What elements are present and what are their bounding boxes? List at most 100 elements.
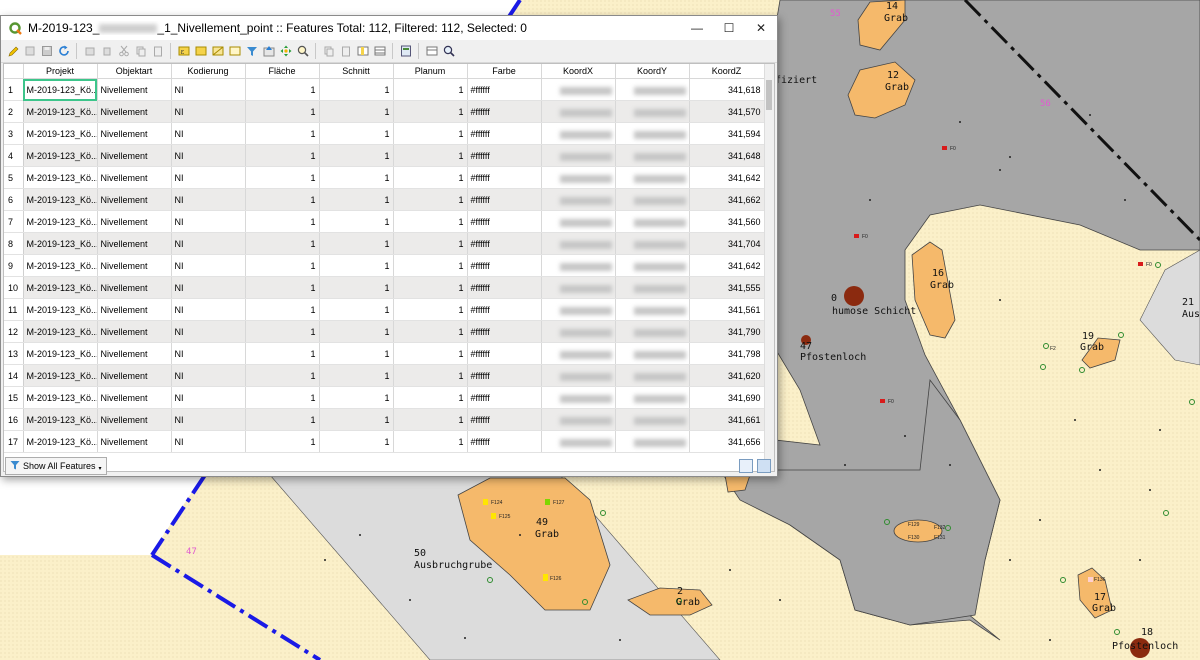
cell-objektart[interactable]: Nivellement — [97, 254, 172, 277]
cell-schnitt[interactable]: 1 — [319, 408, 394, 431]
row-number[interactable]: 7 — [4, 210, 24, 233]
cell-koordx[interactable] — [541, 166, 616, 189]
scrollbar-thumb[interactable] — [766, 80, 772, 110]
field-calculator-icon[interactable] — [398, 44, 413, 59]
cell-objektart[interactable]: Nivellement — [97, 276, 172, 299]
cell-farbe[interactable]: #ffffff — [467, 342, 542, 365]
select-by-expression-icon[interactable]: ε — [176, 44, 191, 59]
table-row[interactable]: 4 M-2019-123_Kö... Nivellement NI 1 1 1 #ffffff… — [4, 144, 765, 167]
cell-schnitt[interactable]: 1 — [319, 166, 394, 189]
table-row[interactable]: 7 M-2019-123_Kö... Nivellement NI 1 1 1 #ffffff… — [4, 210, 765, 233]
cell-projekt[interactable]: M-2019-123_Kö... — [23, 408, 98, 431]
cell-projekt[interactable]: M-2019-123_Kö... — [23, 364, 98, 387]
table-row[interactable]: 9 M-2019-123_Kö... Nivellement NI 1 1 1 #ffffff… — [4, 254, 765, 277]
cell-flaeche[interactable]: 1 — [245, 210, 320, 233]
cell-kodierung[interactable]: NI — [171, 342, 246, 365]
cell-koordx[interactable] — [541, 342, 616, 365]
cell-koordz[interactable]: 341,620 — [689, 364, 765, 387]
cell-planum[interactable]: 1 — [393, 254, 468, 277]
cell-koordx[interactable] — [541, 188, 616, 211]
cell-flaeche[interactable]: 1 — [245, 430, 320, 453]
move-selection-to-top-icon[interactable] — [261, 44, 276, 59]
cell-koordy[interactable] — [615, 298, 690, 321]
cell-farbe[interactable]: #ffffff — [467, 320, 542, 343]
cell-farbe[interactable]: #ffffff — [467, 166, 542, 189]
cell-flaeche[interactable]: 1 — [245, 386, 320, 409]
cell-planum[interactable]: 1 — [393, 364, 468, 387]
cell-farbe[interactable]: #ffffff — [467, 408, 542, 431]
cell-farbe[interactable]: #ffffff — [467, 430, 542, 453]
select-all-icon[interactable] — [193, 44, 208, 59]
cell-koordz[interactable]: 341,648 — [689, 144, 765, 167]
deselect-all-icon[interactable] — [227, 44, 242, 59]
paste-rows-icon[interactable] — [338, 44, 353, 59]
cell-koordz[interactable]: 341,570 — [689, 100, 765, 123]
cell-flaeche[interactable]: 1 — [245, 100, 320, 123]
cell-projekt[interactable]: M-2019-123_Kö... — [23, 342, 98, 365]
cell-schnitt[interactable]: 1 — [319, 188, 394, 211]
cell-koordz[interactable]: 341,642 — [689, 254, 765, 277]
cell-schnitt[interactable]: 1 — [319, 430, 394, 453]
cell-projekt[interactable]: M-2019-123_Kö... — [23, 386, 98, 409]
filter-icon[interactable] — [244, 44, 259, 59]
table-row[interactable]: 16 M-2019-123_Kö... Nivellement NI 1 1 1 #fffff… — [4, 408, 765, 431]
column-header-projekt[interactable]: Projekt — [23, 64, 98, 79]
cell-planum[interactable]: 1 — [393, 188, 468, 211]
column-header-objektart[interactable]: Objektart — [97, 64, 172, 79]
cell-projekt[interactable]: M-2019-123_Kö... — [23, 210, 98, 233]
cell-koordy[interactable] — [615, 188, 690, 211]
cell-flaeche[interactable]: 1 — [245, 166, 320, 189]
table-row[interactable]: 5 M-2019-123_Kö... Nivellement NI 1 1 1 #ffffff… — [4, 166, 765, 189]
cell-koordz[interactable]: 341,798 — [689, 342, 765, 365]
actions-icon[interactable] — [441, 44, 456, 59]
multi-edit-icon[interactable] — [22, 44, 37, 59]
cell-objektart[interactable]: Nivellement — [97, 232, 172, 255]
row-number[interactable]: 2 — [4, 100, 24, 123]
cell-koordz[interactable]: 341,690 — [689, 386, 765, 409]
invert-selection-icon[interactable] — [210, 44, 225, 59]
cell-kodierung[interactable]: NI — [171, 122, 246, 145]
cell-koordz[interactable]: 341,662 — [689, 188, 765, 211]
cell-farbe[interactable]: #ffffff — [467, 100, 542, 123]
cell-projekt[interactable]: M-2019-123_Kö... — [23, 276, 98, 299]
vertical-scrollbar[interactable] — [764, 64, 774, 471]
cell-flaeche[interactable]: 1 — [245, 298, 320, 321]
cell-kodierung[interactable]: NI — [171, 188, 246, 211]
copy-icon[interactable] — [133, 44, 148, 59]
cell-flaeche[interactable]: 1 — [245, 408, 320, 431]
table-row[interactable]: 11 M-2019-123_Kö... Nivellement NI 1 1 1 #fffff… — [4, 298, 765, 321]
cell-koordx[interactable] — [541, 430, 616, 453]
cell-projekt[interactable]: M-2019-123_Kö... — [23, 430, 98, 453]
title-bar[interactable]: M-2019-123_ _1_Nivellement_point :: Featu… — [1, 16, 777, 40]
cell-planum[interactable]: 1 — [393, 386, 468, 409]
cell-kodierung[interactable]: NI — [171, 298, 246, 321]
cell-projekt[interactable]: M-2019-123_Kö... — [23, 166, 98, 189]
table-view-icon[interactable] — [757, 459, 771, 473]
cell-planum[interactable]: 1 — [393, 298, 468, 321]
row-number[interactable]: 11 — [4, 298, 24, 321]
cell-koordy[interactable] — [615, 276, 690, 299]
reload-icon[interactable] — [56, 44, 71, 59]
row-number[interactable]: 16 — [4, 408, 24, 431]
cell-koordy[interactable] — [615, 320, 690, 343]
minimize-button[interactable]: — — [681, 16, 713, 40]
table-row[interactable]: 8 M-2019-123_Kö... Nivellement NI 1 1 1 #ffffff… — [4, 232, 765, 255]
cell-kodierung[interactable]: NI — [171, 210, 246, 233]
cell-koordy[interactable] — [615, 144, 690, 167]
cell-koordy[interactable] — [615, 100, 690, 123]
cell-koordx[interactable] — [541, 254, 616, 277]
cell-farbe[interactable]: #ffffff — [467, 144, 542, 167]
cell-planum[interactable]: 1 — [393, 210, 468, 233]
show-all-features-button[interactable]: Show All Features ▾ — [5, 457, 107, 475]
cell-flaeche[interactable]: 1 — [245, 232, 320, 255]
cell-koordz[interactable]: 341,594 — [689, 122, 765, 145]
cell-koordx[interactable] — [541, 320, 616, 343]
cell-planum[interactable]: 1 — [393, 408, 468, 431]
cell-schnitt[interactable]: 1 — [319, 342, 394, 365]
column-header-planum[interactable]: Planum — [393, 64, 468, 79]
cell-flaeche[interactable]: 1 — [245, 320, 320, 343]
table-row[interactable]: 12 M-2019-123_Kö... Nivellement NI 1 1 1 #fffff… — [4, 320, 765, 343]
delete-feature-icon[interactable] — [99, 44, 114, 59]
cell-koordx[interactable] — [541, 276, 616, 299]
cell-projekt[interactable]: M-2019-123_Kö... — [23, 320, 98, 343]
